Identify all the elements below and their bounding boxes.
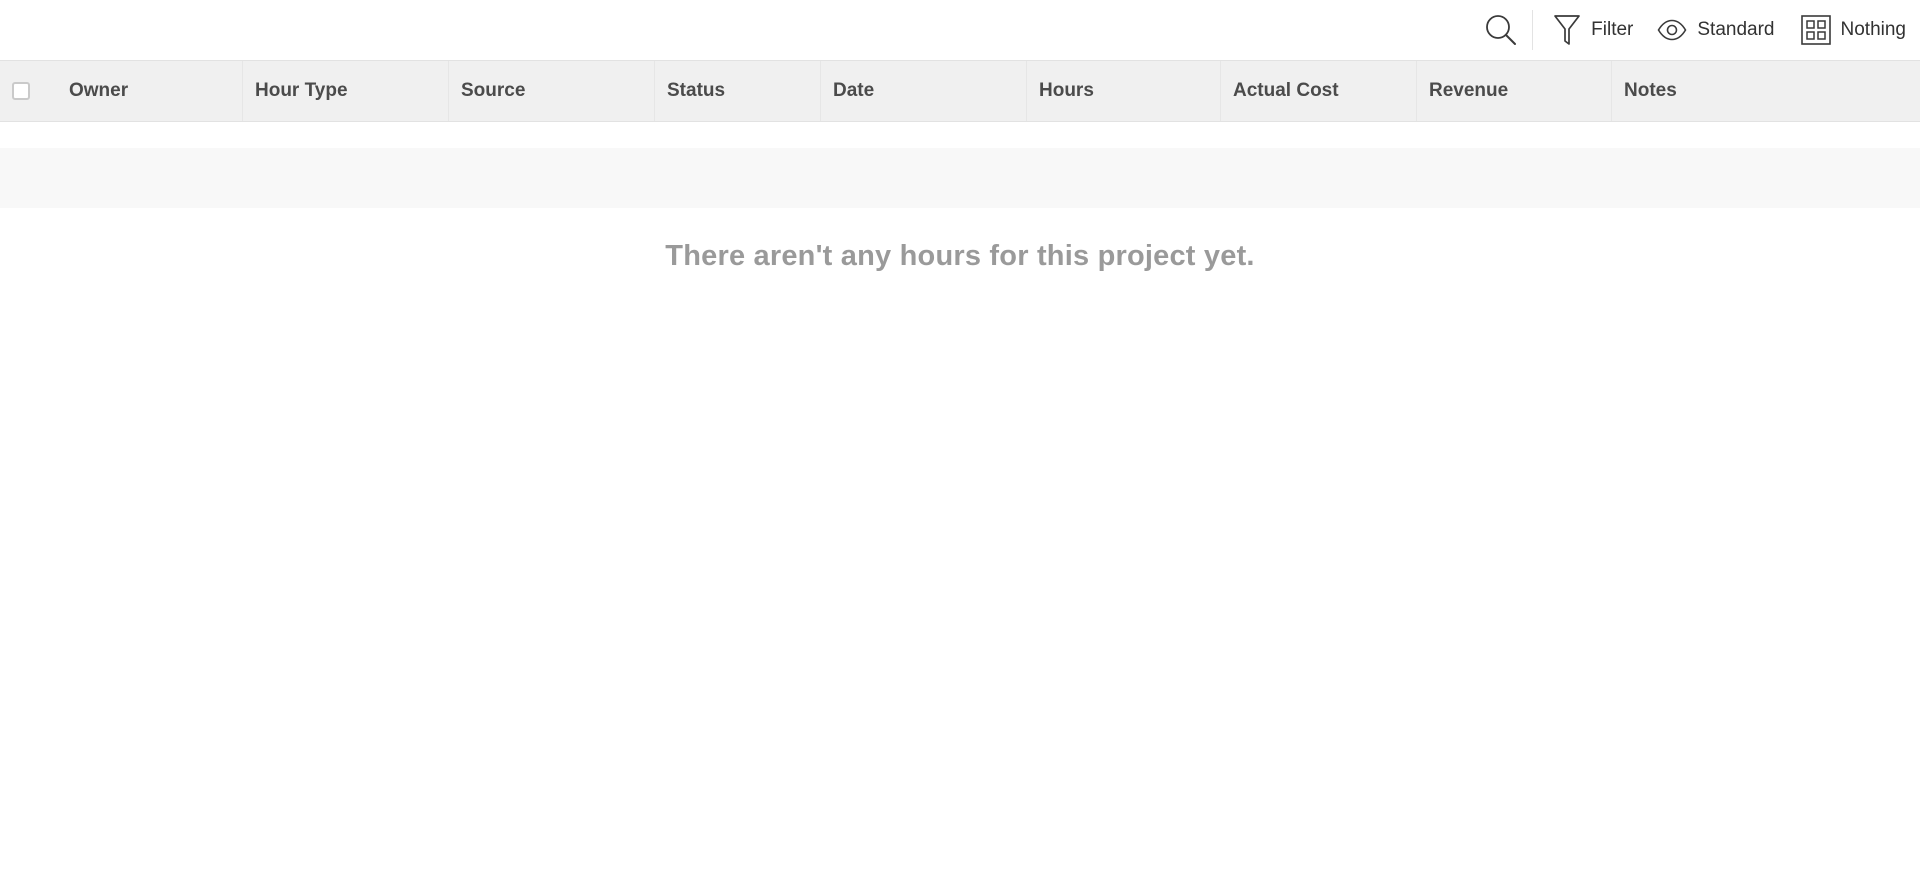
column-header-notes[interactable]: Notes — [1612, 61, 1920, 121]
column-header-date[interactable]: Date — [821, 61, 1027, 121]
empty-row-band — [0, 148, 1920, 208]
column-header-label: Status — [667, 80, 726, 101]
column-header-label: Notes — [1624, 80, 1677, 101]
column-header-label: Revenue — [1429, 80, 1509, 101]
table-header: Owner Hour Type Source Status Date Hours… — [0, 60, 1920, 122]
search-button[interactable] — [1474, 8, 1532, 52]
toolbar-divider — [1532, 10, 1534, 50]
funnel-icon — [1553, 13, 1581, 47]
column-header-label: Date — [833, 80, 875, 101]
column-header-status[interactable]: Status — [655, 61, 821, 121]
column-header-hour-type[interactable]: Hour Type — [243, 61, 449, 121]
group-label: Nothing — [1840, 19, 1907, 40]
filter-label: Filter — [1591, 19, 1634, 40]
view-button[interactable]: Standard — [1657, 8, 1800, 52]
column-header-label: Hour Type — [255, 80, 348, 101]
column-header-revenue[interactable]: Revenue — [1417, 61, 1612, 121]
column-header-owner[interactable]: Owner — [57, 61, 243, 121]
toolbar: Filter Standard Nothing — [0, 0, 1920, 60]
select-all-cell — [0, 61, 57, 121]
column-header-label: Owner — [69, 80, 129, 101]
column-header-hours[interactable]: Hours — [1027, 61, 1221, 121]
column-header-label: Actual Cost — [1233, 80, 1339, 101]
filter-button[interactable]: Filter — [1539, 8, 1657, 52]
search-icon — [1484, 13, 1518, 47]
column-header-actual-cost[interactable]: Actual Cost — [1221, 61, 1417, 121]
grid-icon — [1800, 15, 1831, 45]
view-label: Standard — [1697, 19, 1775, 40]
column-header-label: Hours — [1039, 80, 1094, 101]
select-all-checkbox[interactable] — [12, 82, 30, 100]
column-header-label: Source — [461, 80, 526, 101]
eye-icon — [1657, 19, 1687, 41]
empty-state-message: There aren't any hours for this project … — [665, 240, 1255, 272]
column-header-source[interactable]: Source — [449, 61, 655, 121]
group-button[interactable]: Nothing — [1800, 8, 1907, 52]
hours-page: Filter Standard Nothing Owner Hour Type … — [0, 0, 1920, 892]
